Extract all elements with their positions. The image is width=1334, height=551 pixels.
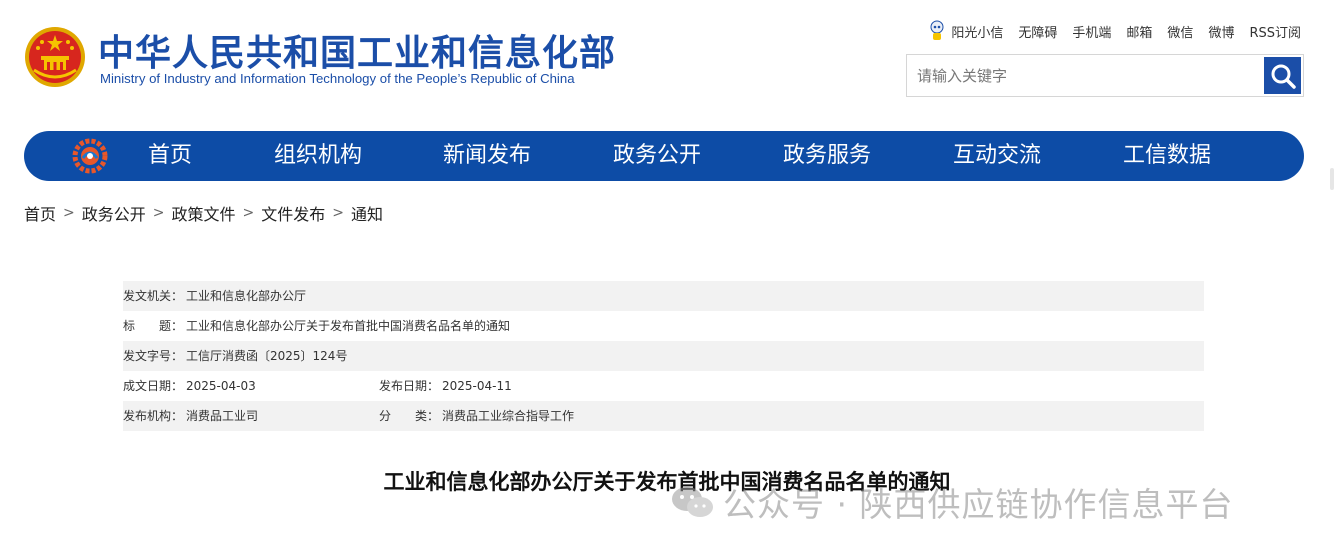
title-value: 工业和信息化部办公厅关于发布首批中国消费名品名单的通知 — [186, 319, 511, 333]
category-value: 消费品工业综合指导工作 — [442, 409, 575, 423]
issuer-value: 工业和信息化部办公厅 — [186, 289, 307, 303]
main-nav: 首页 组织机构 新闻发布 政务公开 政务服务 互动交流 工信数据 — [24, 131, 1304, 181]
info-row-title: 标 题： 工业和信息化部办公厅关于发布首批中国消费名品名单的通知 — [123, 311, 1204, 341]
site-title: 中华人民共和国工业和信息化部 — [98, 33, 617, 74]
search-button[interactable] — [1264, 57, 1301, 94]
breadcrumb-separator: > — [63, 205, 75, 221]
breadcrumb-home[interactable]: 首页 — [24, 201, 56, 225]
created-label: 成文日期： — [123, 379, 184, 393]
title-label: 标 题： — [123, 319, 184, 333]
top-links: 阳光小信 无障碍 手机端 邮箱 微信 微博 RSS订阅 — [929, 20, 1301, 42]
breadcrumb-separator: > — [332, 205, 344, 221]
breadcrumb-gov-affairs[interactable]: 政务公开 — [82, 201, 146, 225]
nav-interaction[interactable]: 互动交流 — [953, 131, 1041, 181]
toplink-weibo[interactable]: 微博 — [1208, 22, 1234, 41]
toplink-mobile[interactable]: 手机端 — [1072, 22, 1111, 41]
breadcrumb: 首页 > 政务公开 > 政策文件 > 文件发布 > 通知 — [24, 201, 383, 225]
docno-value: 工信厅消费函〔2025〕124号 — [186, 349, 348, 363]
org-label: 发布机构： — [123, 409, 184, 423]
docno-label: 发文字号： — [123, 349, 184, 363]
search-box — [906, 54, 1304, 97]
wechat-icon — [672, 487, 713, 517]
wechat-watermark: 公众号 · 陕西供应链协作信息平台 — [669, 478, 1233, 526]
toplink-rss[interactable]: RSS订阅 — [1249, 22, 1301, 41]
nav-data[interactable]: 工信数据 — [1123, 131, 1211, 181]
info-row-issuer: 发文机关： 工业和信息化部办公厅 — [123, 281, 1204, 311]
info-row-dates: 成文日期： 2025-04-03 发布日期： 2025-04-11 — [123, 371, 1204, 401]
nav-government-affairs[interactable]: 政务公开 — [613, 131, 701, 181]
info-row-docno: 发文字号： 工信厅消费函〔2025〕124号 — [123, 341, 1204, 371]
search-icon — [1271, 64, 1296, 89]
info-row-org: 发布机构： 消费品工业司 分 类： 消费品工业综合指导工作 — [123, 401, 1204, 431]
toplink-accessibility[interactable]: 无障碍 — [1018, 22, 1057, 41]
published-value: 2025-04-11 — [442, 379, 512, 393]
breadcrumb-separator: > — [242, 205, 255, 221]
org-value: 消费品工业司 — [186, 409, 259, 423]
miit-logo-icon — [72, 138, 108, 174]
category-label: 分 类： — [379, 409, 440, 423]
breadcrumb-policy[interactable]: 政策文件 — [172, 201, 236, 225]
toplink-mail[interactable]: 邮箱 — [1126, 22, 1152, 41]
breadcrumb-documents[interactable]: 文件发布 — [261, 201, 325, 225]
watermark-text: 公众号 · 陕西供应链协作信息平台 — [723, 485, 1234, 524]
robot-assistant-icon[interactable] — [929, 20, 945, 42]
nav-home[interactable]: 首页 — [148, 131, 192, 181]
site-header: 中华人民共和国工业和信息化部 Ministry of Industry and … — [0, 0, 1334, 120]
nav-organization[interactable]: 组织机构 — [274, 131, 362, 181]
nav-government-services[interactable]: 政务服务 — [783, 131, 871, 181]
site-subtitle: Ministry of Industry and Information Tec… — [100, 71, 575, 86]
national-emblem-icon — [25, 27, 85, 87]
search-input[interactable] — [907, 55, 1263, 96]
toplink-wechat[interactable]: 微信 — [1167, 22, 1193, 41]
created-value: 2025-04-03 — [186, 379, 256, 393]
scrollbar-handle[interactable] — [1330, 168, 1334, 190]
nav-news[interactable]: 新闻发布 — [443, 131, 531, 181]
issuer-label: 发文机关： — [123, 289, 184, 303]
published-label: 发布日期： — [379, 379, 440, 393]
toplink-sunshine[interactable]: 阳光小信 — [951, 22, 1003, 41]
breadcrumb-notice[interactable]: 通知 — [351, 201, 383, 225]
breadcrumb-separator: > — [152, 205, 165, 221]
document-info-table: 发文机关： 工业和信息化部办公厅 标 题： 工业和信息化部办公厅关于发布首批中国… — [123, 281, 1204, 431]
